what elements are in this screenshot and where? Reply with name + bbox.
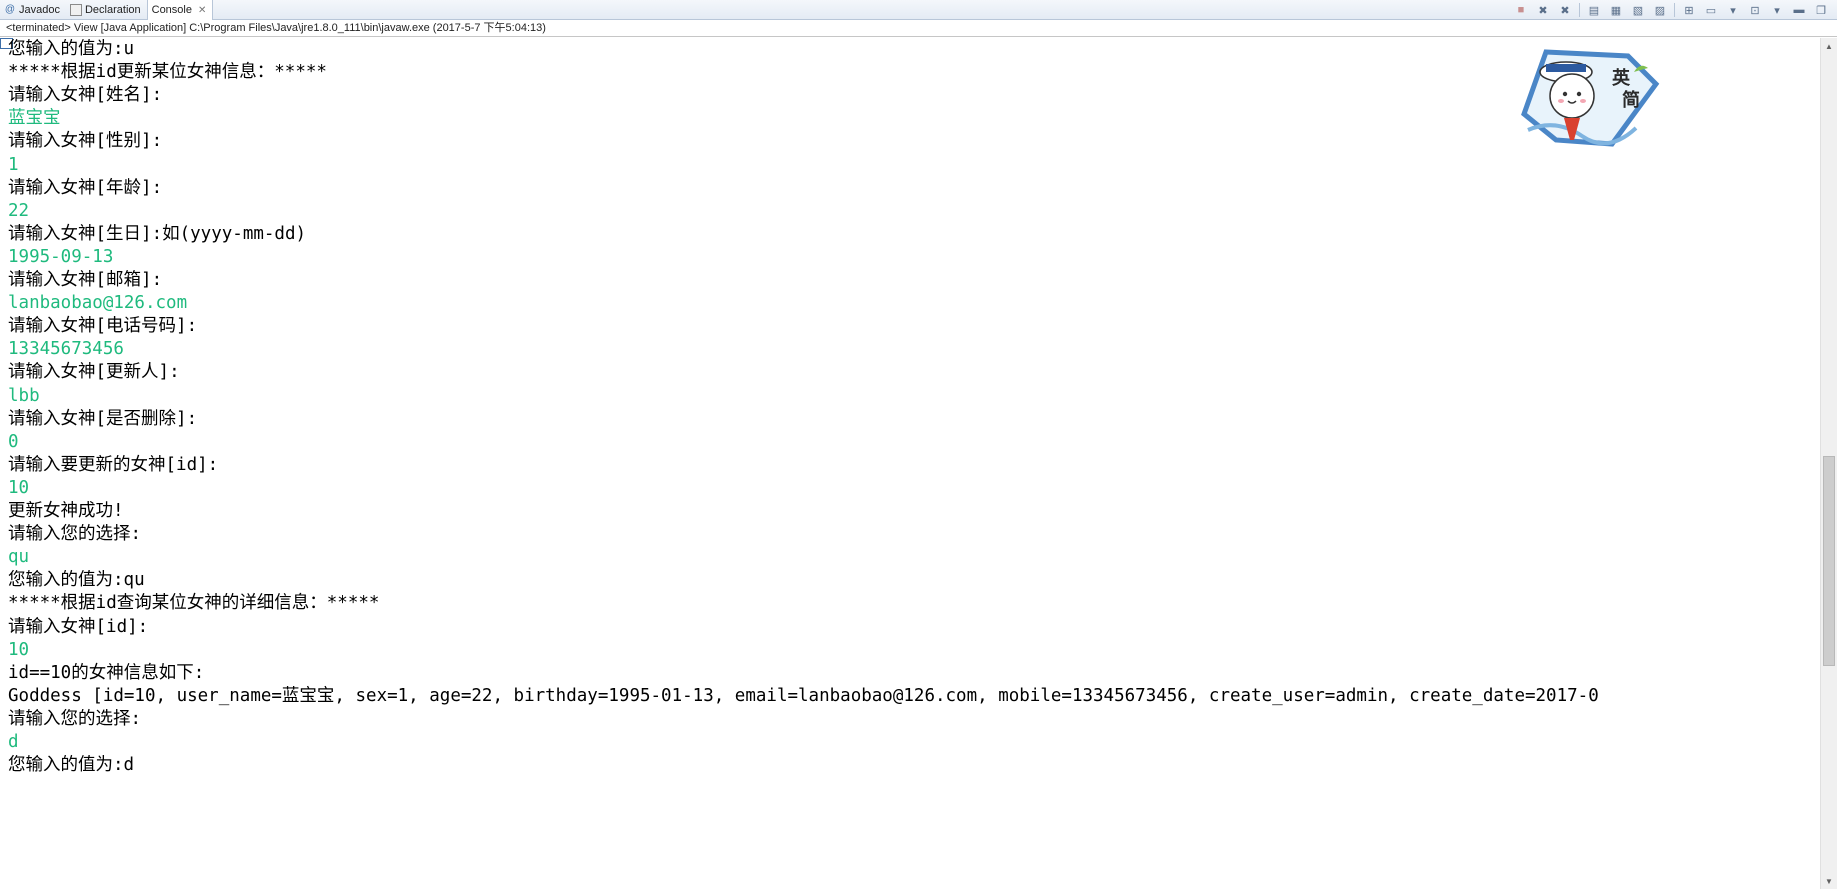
chevron-down-icon[interactable]: ▾ bbox=[1769, 2, 1785, 18]
console-input-line: 10 bbox=[8, 477, 30, 498]
view-tab-bar: @ Javadoc Declaration Console ✕ ■ ✖ ✖ ▤ … bbox=[0, 0, 1837, 49]
scrollbar-thumb[interactable] bbox=[1823, 456, 1835, 666]
console-output-line: 请输入女神[是否删除]: bbox=[8, 408, 198, 429]
tab-console[interactable]: Console ✕ bbox=[0, 0, 214, 49]
pin-console-icon[interactable]: ⊞ bbox=[1681, 2, 1697, 18]
scroll-up-arrow-icon[interactable]: ▲ bbox=[1821, 38, 1837, 54]
console-input-line: 22 bbox=[8, 200, 30, 221]
terminate-icon[interactable]: ■ bbox=[1513, 2, 1529, 18]
display-selected-console-icon[interactable]: ▭ bbox=[1703, 2, 1719, 18]
console-input-line: 10 bbox=[8, 639, 30, 660]
scroll-lock-icon[interactable]: ▤ bbox=[1586, 2, 1602, 18]
console-output-line: 您输入的值为:u bbox=[8, 39, 135, 59]
console-input-line: d bbox=[8, 732, 19, 752]
console-output-line: Goddess [id=10, user_name=蓝宝宝, sex=1, ag… bbox=[8, 685, 1599, 706]
console-output-line: id==10的女神信息如下: bbox=[8, 662, 205, 683]
minimize-icon[interactable]: ▬ bbox=[1791, 2, 1807, 18]
console-output-line: 您输入的值为:d bbox=[8, 755, 135, 776]
toolbar-separator bbox=[1674, 3, 1675, 17]
close-icon[interactable]: ✕ bbox=[198, 5, 206, 16]
console-status-line: <terminated> View [Java Application] C:\… bbox=[0, 20, 1837, 37]
tab-label: Javadoc bbox=[19, 3, 60, 16]
open-console-icon[interactable]: ⊡ bbox=[1747, 2, 1763, 18]
console-output-line: 请输入女神[姓名]: bbox=[8, 85, 163, 106]
tab-javadoc[interactable]: @ Javadoc bbox=[0, 0, 66, 19]
tab-declaration[interactable]: Declaration bbox=[66, 0, 147, 19]
vertical-scrollbar[interactable]: ▲ ▼ bbox=[1820, 38, 1837, 889]
console-output-line: 您输入的值为:qu bbox=[8, 570, 145, 591]
clear-console-icon[interactable]: ▨ bbox=[1652, 2, 1668, 18]
console-output-line: 请输入要更新的女神[id]: bbox=[8, 454, 219, 475]
console-input-line: 1995-09-13 bbox=[8, 246, 114, 267]
console-output-line: 请输入女神[年龄]: bbox=[8, 177, 163, 198]
console-input-line: 1 bbox=[8, 154, 19, 175]
console-output-line: 请输入女神[性别]: bbox=[8, 131, 163, 152]
remove-all-terminated-icon[interactable]: ✖ bbox=[1557, 2, 1573, 18]
console-input-line: 0 bbox=[8, 431, 19, 452]
console-output-line: 请输入女神[更新人]: bbox=[8, 362, 180, 383]
console-input-line: lbb bbox=[8, 385, 40, 406]
declaration-icon bbox=[69, 3, 82, 16]
console-output-line: *****根据id查询某位女神的详细信息：***** bbox=[8, 593, 380, 614]
console-input-line: 13345673456 bbox=[8, 339, 124, 360]
console-output-line: 更新女神成功! bbox=[8, 501, 124, 521]
tab-label: Console bbox=[151, 4, 192, 16]
console-output-line: 请输入您的选择: bbox=[8, 708, 142, 729]
console-output-line: *****根据id更新某位女神信息：***** bbox=[8, 62, 327, 83]
remove-launch-icon[interactable]: ✖ bbox=[1535, 2, 1551, 18]
console-output-line: 请输入女神[邮箱]: bbox=[8, 270, 163, 290]
console-toolbar: ■ ✖ ✖ ▤ ▦ ▧ ▨ ⊞ ▭ ▾ ⊡ ▾ ▬ ❐ bbox=[1507, 1, 1829, 19]
javadoc-icon: @ bbox=[4, 3, 16, 15]
mascot-sticker: 英 简 bbox=[1521, 49, 1660, 147]
show-when-stderr-icon[interactable]: ▧ bbox=[1630, 2, 1646, 18]
console-output-line: 请输入女神[生日]:如(yyyy-mm-dd) bbox=[8, 223, 307, 244]
console-output-line: 请输入女神[电话号码]: bbox=[8, 316, 198, 337]
console-input-line: qu bbox=[8, 547, 30, 568]
maximize-icon[interactable]: ❐ bbox=[1813, 2, 1829, 18]
console-output[interactable]: 您输入的值为:u *****根据id更新某位女神信息：***** 请输入女神[姓名]… bbox=[0, 38, 1820, 889]
console-input-line: lanbaobao@126.com bbox=[8, 293, 188, 314]
show-when-stdout-icon[interactable]: ▦ bbox=[1608, 2, 1624, 18]
scroll-down-arrow-icon[interactable]: ▼ bbox=[1821, 873, 1837, 889]
chevron-down-icon[interactable]: ▾ bbox=[1725, 2, 1741, 18]
toolbar-separator bbox=[1579, 3, 1580, 17]
sticker-text-1: 英 bbox=[1611, 67, 1631, 89]
sticker-text-2: 简 bbox=[1622, 89, 1640, 111]
console-input-line: 蓝宝宝 bbox=[8, 108, 61, 129]
tab-label: Declaration bbox=[84, 3, 141, 16]
console-output-line: 请输入女神[id]: bbox=[8, 616, 149, 637]
console-output-line: 请输入您的选择: bbox=[8, 524, 142, 545]
